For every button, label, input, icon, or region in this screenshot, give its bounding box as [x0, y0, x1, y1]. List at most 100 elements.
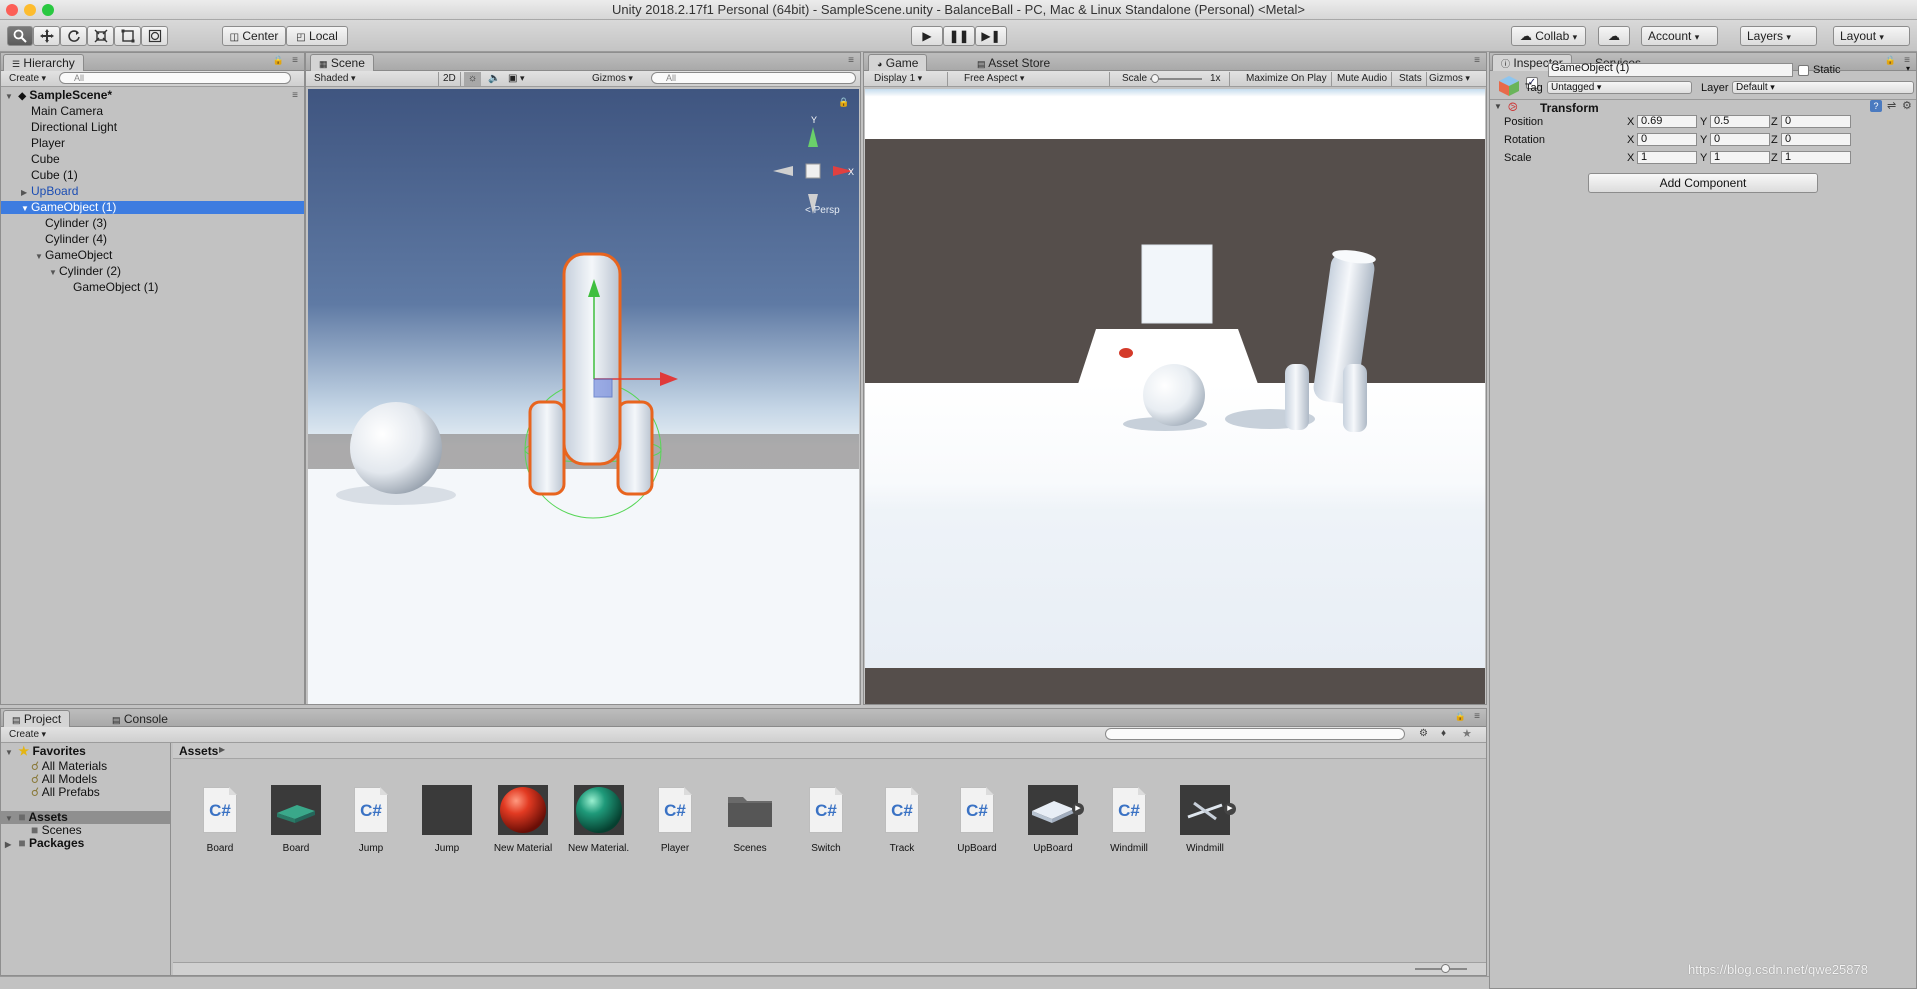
hierarchy-item[interactable]: Cube	[1, 153, 304, 166]
hierarchy-item[interactable]: GameObject (1)	[1, 281, 304, 294]
hand-tool-button[interactable]	[7, 26, 33, 46]
add-component-button[interactable]: Add Component	[1588, 173, 1818, 193]
static-checkbox[interactable]	[1798, 65, 1809, 76]
asset-item[interactable]: Board	[265, 785, 327, 854]
hierarchy-search-input[interactable]: All	[59, 72, 291, 84]
scale-y-field[interactable]: 1	[1710, 151, 1770, 164]
project-create-dropdown[interactable]: Create	[5, 728, 50, 742]
scale-z-field[interactable]: 1	[1781, 151, 1851, 164]
favorite-star-icon[interactable]: ★	[1462, 727, 1472, 740]
hierarchy-item[interactable]: Cylinder (3)	[1, 217, 304, 230]
panel-menu-icon[interactable]: ≡	[292, 55, 298, 66]
favorite-all-prefabs[interactable]: ☌ All Prefabs	[1, 786, 170, 799]
asset-item[interactable]: Scenes	[719, 785, 781, 854]
axis-z-label[interactable]: Z	[1771, 116, 1778, 128]
favorites-row[interactable]: ▼ ★ Favorites	[1, 745, 170, 758]
tab-hierarchy[interactable]: ☰ Hierarchy	[3, 54, 84, 71]
game-viewport[interactable]	[865, 89, 1485, 704]
move-tool-button[interactable]	[33, 26, 60, 46]
scene-panel-menu-icon[interactable]: ≡	[848, 55, 854, 66]
game-gizmos-dropdown[interactable]: Gizmos	[1425, 72, 1474, 86]
transform-foldout-icon[interactable]: ▼	[1494, 102, 1502, 111]
close-window-button[interactable]	[6, 4, 18, 16]
hierarchy-item[interactable]: Player	[1, 137, 304, 150]
icon-size-slider-thumb[interactable]	[1441, 964, 1450, 973]
scene-search-input[interactable]: All	[651, 72, 856, 84]
game-panel-menu-icon[interactable]: ≡	[1474, 55, 1480, 66]
axis-y-label[interactable]: Y	[1700, 116, 1707, 128]
rotation-x-field[interactable]: 0	[1637, 133, 1697, 146]
tab-project[interactable]: ▤ Project	[3, 710, 71, 727]
filter-label-icon[interactable]: ♦	[1441, 728, 1446, 739]
scale-slider-thumb[interactable]	[1151, 74, 1159, 83]
axis-x-label[interactable]: X	[1627, 134, 1634, 146]
position-y-field[interactable]: 0.5	[1710, 115, 1770, 128]
hierarchy-item[interactable]: ▼ GameObject (1)	[1, 201, 304, 214]
axis-y-label[interactable]: Y	[1700, 134, 1707, 146]
mute-audio-toggle[interactable]: Mute Audio	[1333, 72, 1393, 86]
tag-dropdown[interactable]: Untagged	[1547, 81, 1692, 94]
effects-dropdown[interactable]: ▣	[504, 72, 528, 86]
preset-icon[interactable]: ⇌	[1887, 99, 1896, 112]
hierarchy-item[interactable]: Cylinder (4)	[1, 233, 304, 246]
hierarchy-create-dropdown[interactable]: Create	[5, 72, 50, 86]
tab-console[interactable]: ▤ Console	[103, 710, 177, 727]
asset-item[interactable]: New Material...	[568, 785, 630, 854]
packages-folder-row[interactable]: ▶ ■ Packages	[1, 837, 170, 850]
asset-item[interactable]: C# Switch	[795, 785, 857, 854]
display-dropdown[interactable]: Display 1	[870, 72, 948, 86]
asset-item[interactable]: Jump	[416, 785, 478, 854]
pivot-center-button[interactable]: ◫ Center	[222, 26, 286, 46]
rotation-z-field[interactable]: 0	[1781, 133, 1851, 146]
asset-item[interactable]: C# Player	[644, 785, 706, 854]
axis-z-label[interactable]: Z	[1771, 134, 1778, 146]
scene-root-row[interactable]: ▼ ◆ SampleScene* ≡	[1, 89, 304, 103]
inspector-lock-icon[interactable]: 🔒	[1885, 55, 1896, 66]
tab-game[interactable]: ◕ Game	[868, 54, 928, 71]
expand-arrow-icon[interactable]: ▼	[21, 202, 31, 215]
favorites-expand-icon[interactable]: ▼	[5, 746, 15, 759]
asset-item[interactable]: C# Jump	[340, 785, 402, 854]
asset-item[interactable]: C# Windmill	[1098, 785, 1160, 854]
lock-icon[interactable]: 🔒	[273, 55, 284, 66]
layer-dropdown[interactable]: Default	[1732, 81, 1914, 94]
asset-item[interactable]: C# Track	[871, 785, 933, 854]
tab-scene[interactable]: ▦ Scene	[310, 54, 374, 71]
toggle-2d-button[interactable]: 2D	[438, 72, 461, 86]
asset-item[interactable]: ▶ Windmill	[1174, 785, 1236, 854]
component-gear-icon[interactable]: ⚙	[1902, 99, 1912, 112]
collapse-arrow-icon[interactable]: ▶	[21, 186, 31, 199]
static-dropdown-arrow[interactable]: ▾	[1906, 64, 1910, 73]
axis-z-label[interactable]: Z	[1771, 152, 1778, 164]
position-x-field[interactable]: 0.69	[1637, 115, 1697, 128]
axis-x-label[interactable]: X	[1627, 116, 1634, 128]
shading-mode-dropdown[interactable]: Shaded	[310, 72, 430, 86]
position-z-field[interactable]: 0	[1781, 115, 1851, 128]
account-dropdown[interactable]: Account	[1641, 26, 1718, 46]
rotation-y-field[interactable]: 0	[1710, 133, 1770, 146]
hierarchy-item[interactable]: Cube (1)	[1, 169, 304, 182]
project-lock-icon[interactable]: 🔒	[1455, 711, 1466, 722]
layout-dropdown[interactable]: Layout	[1833, 26, 1910, 46]
assets-folder-row[interactable]: ▼ ■ Assets	[1, 811, 170, 824]
pause-button[interactable]: ❚❚	[943, 26, 975, 46]
play-button[interactable]: ▶	[911, 26, 943, 46]
pivot-local-button[interactable]: ◰ Local	[286, 26, 348, 46]
filter-type-icon[interactable]: ⚙	[1419, 728, 1428, 739]
collab-dropdown[interactable]: ☁ Collab	[1511, 26, 1586, 46]
stats-toggle[interactable]: Stats	[1395, 72, 1427, 86]
hierarchy-item[interactable]: ▼ GameObject	[1, 249, 304, 262]
scene-lock-icon[interactable]: 🔒	[838, 97, 849, 107]
project-search-input[interactable]	[1105, 728, 1405, 740]
packages-expand-icon[interactable]: ▶	[5, 838, 15, 851]
cloud-services-button[interactable]: ☁	[1598, 26, 1630, 46]
hierarchy-item[interactable]: ▼ Cylinder (2)	[1, 265, 304, 278]
lighting-toggle[interactable]: ☼	[464, 72, 482, 86]
hierarchy-item[interactable]: Directional Light	[1, 121, 304, 134]
breadcrumb-assets[interactable]: Assets	[179, 744, 218, 758]
step-button[interactable]: ▶❚	[975, 26, 1007, 46]
rect-tool-button[interactable]	[114, 26, 141, 46]
hierarchy-item[interactable]: Main Camera	[1, 105, 304, 118]
transform-tool-button[interactable]	[141, 26, 168, 46]
hierarchy-item[interactable]: ▶ UpBoard	[1, 185, 304, 198]
